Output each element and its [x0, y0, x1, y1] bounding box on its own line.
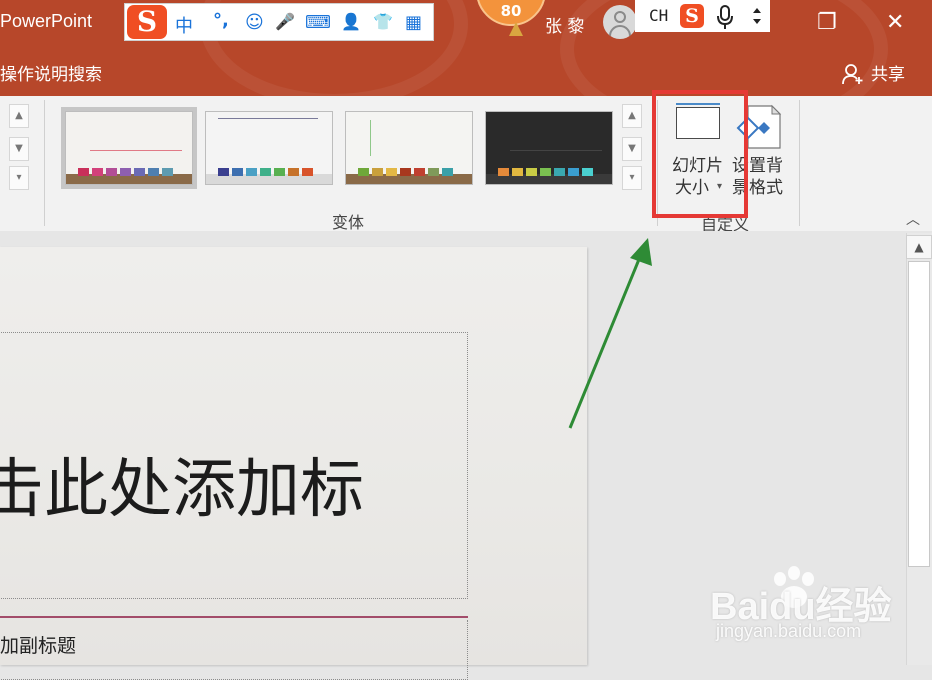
avatar-body-icon: [609, 25, 631, 39]
variant-color-swatch: [540, 168, 551, 176]
variant-accent-line: [510, 150, 602, 151]
variant-color-swatch: [414, 168, 425, 176]
microphone-icon[interactable]: [714, 4, 736, 30]
ime-toolbar[interactable]: S 中 °, ☺ 🎤 ⌨ 👤 👕 ▦: [124, 3, 434, 41]
avatar[interactable]: [603, 5, 637, 39]
variant-thumbnail[interactable]: [485, 111, 613, 185]
variant-color-swatch: [120, 168, 131, 176]
collapse-ribbon-icon[interactable]: ︿: [906, 209, 920, 229]
app-title: PowerPoint: [0, 11, 93, 31]
close-window-icon[interactable]: ✕: [886, 10, 904, 35]
variant-color-swatch: [568, 168, 579, 176]
restore-window-icon[interactable]: ❐: [817, 10, 837, 35]
tell-me-search[interactable]: 操作说明搜索: [0, 60, 102, 85]
variant-color-swatch: [78, 168, 89, 176]
ime-chinese-mode[interactable]: 中: [175, 12, 193, 38]
ribbon-separator: [799, 100, 800, 226]
baidu-watermark-url: jingyan.baidu.com: [716, 621, 862, 641]
variant-color-swatch: [162, 168, 173, 176]
variant-color-swatch: [218, 168, 229, 176]
scroll-up-arrow-icon[interactable]: ▲: [906, 235, 932, 259]
highlight-box: [652, 90, 748, 218]
variant-color-swatch: [246, 168, 257, 176]
scrollbar-thumb[interactable]: [908, 261, 930, 567]
sogou-mini-logo-icon[interactable]: S: [680, 4, 704, 28]
variant-color-swatch: [358, 168, 369, 176]
themes-scroll-down[interactable]: ▼: [9, 137, 29, 161]
variant-color-swatch: [512, 168, 523, 176]
title-placeholder-text[interactable]: 击此处添加标: [0, 438, 364, 530]
variant-color-swatch: [372, 168, 383, 176]
annotation-arrow-icon: [568, 238, 652, 429]
variant-color-swatch: [302, 168, 313, 176]
variant-color-swatch: [400, 168, 411, 176]
variant-color-swatch: [526, 168, 537, 176]
variant-color-swatch: [106, 168, 117, 176]
ime-toolbox-icon[interactable]: ▦: [405, 12, 422, 33]
variant-accent-line: [370, 120, 371, 156]
subtitle-placeholder-text[interactable]: 加副标题: [0, 631, 76, 658]
ime-keyboard-icon[interactable]: ⌨: [305, 12, 331, 33]
variant-color-swatch: [582, 168, 593, 176]
ime-language[interactable]: CH: [649, 6, 668, 25]
variant-color-swatch: [386, 168, 397, 176]
variant-thumbnail[interactable]: [345, 111, 473, 185]
variant-thumbnail[interactable]: [61, 107, 197, 189]
user-name[interactable]: 张 黎: [545, 12, 584, 37]
subtitle-divider-line: [0, 616, 468, 618]
variant-accent-line: [218, 118, 318, 119]
variants-scroll-up[interactable]: ▲: [622, 104, 642, 128]
ime-voice-icon[interactable]: 🎤: [275, 12, 295, 31]
variant-color-swatch: [428, 168, 439, 176]
themes-more[interactable]: ▾: [9, 166, 29, 190]
variants-group-label: 变体: [332, 213, 365, 232]
avatar-head-icon: [614, 11, 626, 23]
variant-color-swatch: [232, 168, 243, 176]
ime-emoji-icon[interactable]: ☺: [245, 12, 264, 33]
variant-color-swatch: [260, 168, 271, 176]
ime-more-icon[interactable]: [752, 6, 762, 26]
variant-thumbnail[interactable]: [205, 111, 333, 185]
variant-color-swatch: [442, 168, 453, 176]
variant-color-swatch: [554, 168, 565, 176]
variant-color-swatch: [92, 168, 103, 176]
ime-user-icon[interactable]: 👤: [341, 12, 361, 31]
ime-skin-icon[interactable]: 👕: [373, 12, 393, 31]
variant-accent-line: [90, 150, 182, 151]
variant-color-swatch: [134, 168, 145, 176]
variant-color-swatch: [274, 168, 285, 176]
variants-more[interactable]: ▾: [622, 166, 642, 190]
variant-color-swatch: [148, 168, 159, 176]
themes-scroll-up[interactable]: ▲: [9, 104, 29, 128]
variant-color-swatch: [498, 168, 509, 176]
ribbon-separator: [44, 100, 45, 226]
share-user-icon[interactable]: [842, 63, 864, 85]
variants-scroll-down[interactable]: ▼: [622, 137, 642, 161]
ime-punctuation-icon[interactable]: °,: [213, 10, 229, 31]
variant-color-swatch: [288, 168, 299, 176]
share-button[interactable]: 共享: [871, 60, 905, 85]
sogou-logo-icon[interactable]: S: [127, 5, 167, 39]
